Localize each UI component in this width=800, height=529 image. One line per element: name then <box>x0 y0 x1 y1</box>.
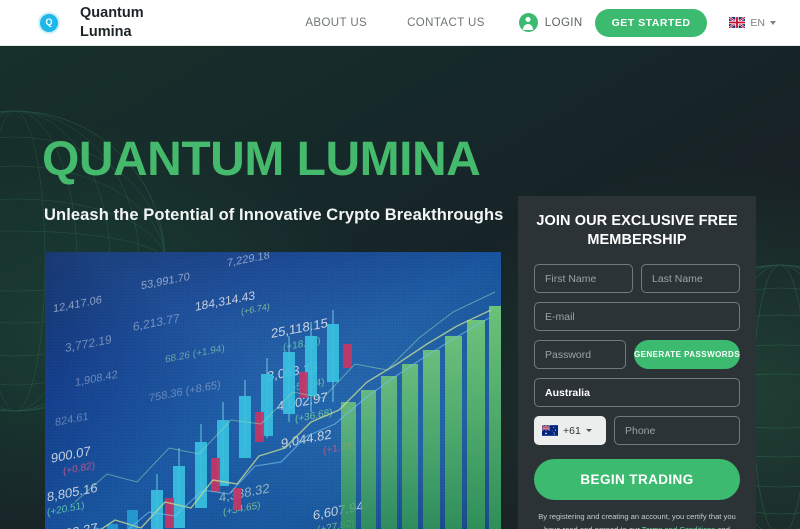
chevron-down-icon <box>585 429 592 433</box>
chevron-down-icon <box>770 20 776 25</box>
nav-link-contact-us[interactable]: CONTACT US <box>387 17 505 29</box>
trading-chart-image: 12,417.06 53,991.70 7,229.18 184,314.43 … <box>45 252 501 529</box>
signup-form-panel: JOIN OUR EXCLUSIVE FREE MEMBERSHIP GENER… <box>518 196 756 529</box>
phone-input[interactable] <box>614 416 740 446</box>
password-row: GENERATE PASSWORDS <box>534 340 740 370</box>
nav-right-group: ABOUT US CONTACT US LOGIN GET STARTED EN <box>285 8 776 37</box>
brand-name: Quantum Lumina <box>80 5 144 40</box>
begin-trading-button[interactable]: BEGIN TRADING <box>534 459 740 501</box>
candlestick-chart-graphic: 12,417.06 53,991.70 7,229.18 184,314.43 … <box>45 252 501 529</box>
uk-flag-icon <box>729 17 746 28</box>
login-button[interactable]: LOGIN <box>505 13 595 32</box>
hero-section: QUANTUM LUMINA Unleash the Potential of … <box>0 46 800 529</box>
phone-country-code-selector[interactable]: +61 <box>534 416 606 446</box>
language-code: EN <box>750 16 765 29</box>
legal-disclaimer: By registering and creating an account, … <box>534 511 740 529</box>
language-selector[interactable]: EN <box>729 17 776 29</box>
hero-subtitle: Unleash the Potential of Innovative Cryp… <box>44 206 504 224</box>
generate-passwords-button[interactable]: GENERATE PASSWORDS <box>633 340 740 370</box>
nav-link-about-us[interactable]: ABOUT US <box>285 17 387 29</box>
email-row <box>534 302 740 332</box>
top-navigation-bar: Q Quantum Lumina ABOUT US CONTACT US LOG… <box>0 0 800 46</box>
login-label: LOGIN <box>544 16 583 29</box>
password-input[interactable] <box>534 340 626 370</box>
form-title: JOIN OUR EXCLUSIVE FREE MEMBERSHIP <box>536 213 738 249</box>
user-icon <box>518 13 538 32</box>
landing-page: Q Quantum Lumina ABOUT US CONTACT US LOG… <box>0 0 800 529</box>
phone-country-code: +61 <box>563 424 581 437</box>
terms-and-conditions-link[interactable]: Terms and Conditions <box>642 525 715 529</box>
email-input[interactable] <box>534 302 740 332</box>
name-row <box>534 264 740 294</box>
last-name-input[interactable] <box>641 264 740 294</box>
phone-row: +61 <box>534 416 740 446</box>
first-name-input[interactable] <box>534 264 633 294</box>
quantum-q-logo-icon: Q <box>40 13 58 32</box>
legal-text-part2: and <box>715 525 730 529</box>
country-input[interactable] <box>534 378 740 408</box>
get-started-button[interactable]: GET STARTED <box>594 8 708 37</box>
brand-logo[interactable]: Q Quantum Lumina <box>40 4 172 40</box>
page-title: QUANTUM LUMINA <box>42 133 481 186</box>
australia-flag-icon <box>542 425 558 437</box>
country-row <box>534 378 740 408</box>
